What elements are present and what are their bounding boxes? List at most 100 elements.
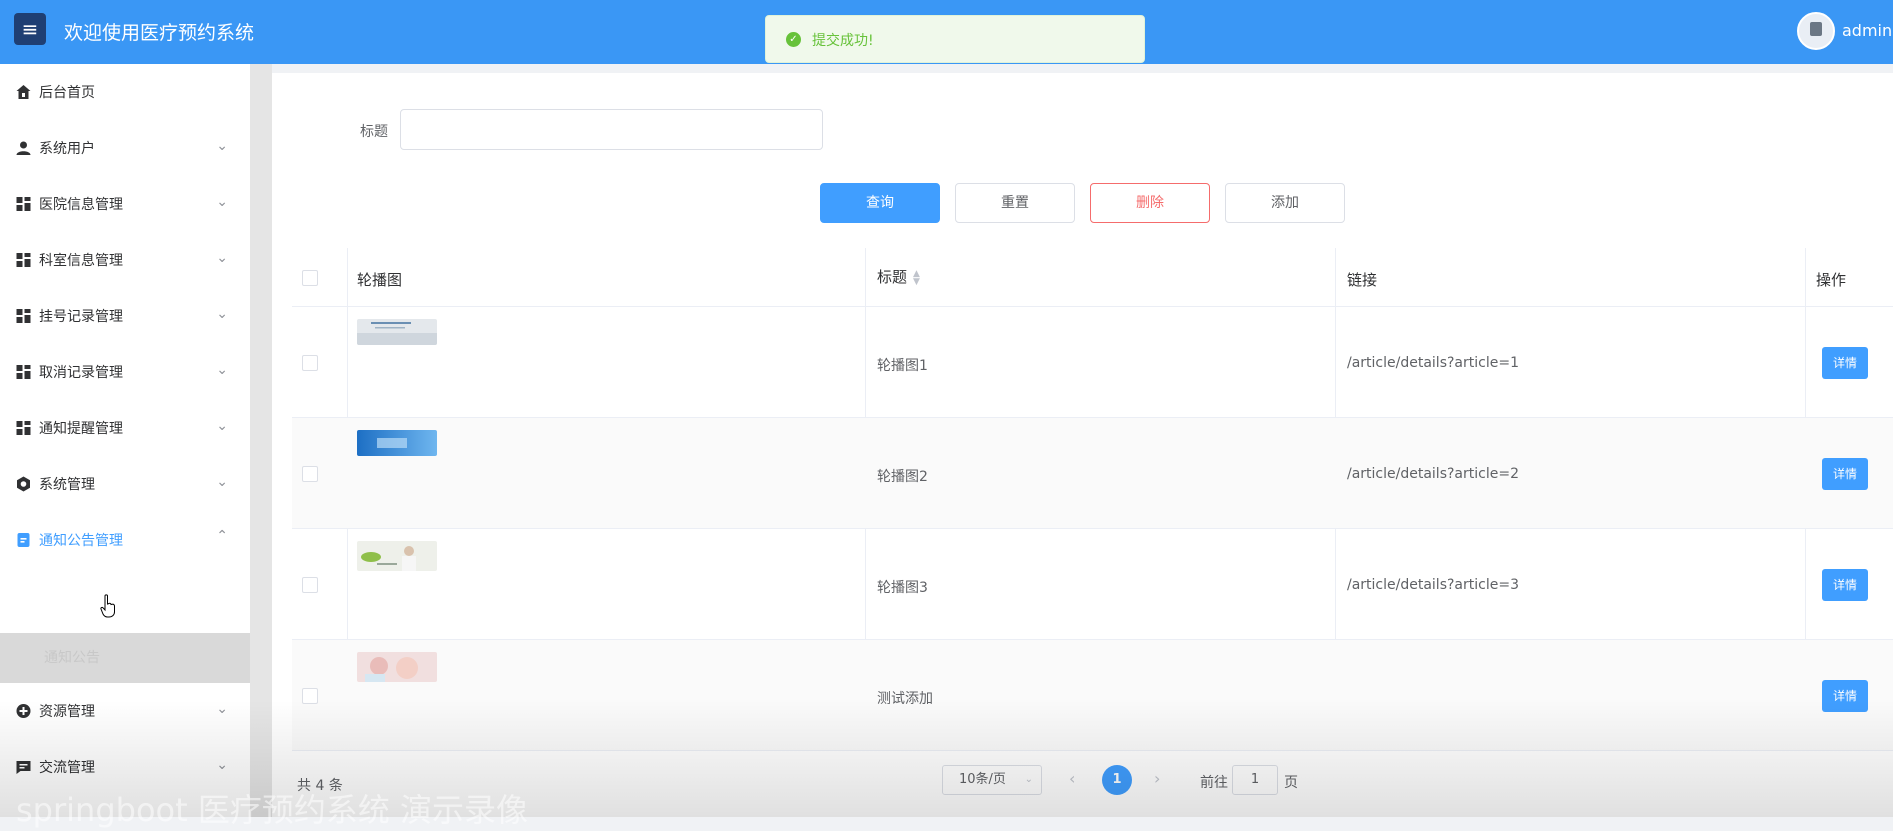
row-checkbox[interactable] xyxy=(302,688,318,704)
sidebar-item-reminder[interactable]: 通知提醒管理 ⌄ xyxy=(0,400,250,456)
search-title-input[interactable] xyxy=(400,109,823,150)
grid-icon xyxy=(16,197,31,211)
detail-button[interactable]: 详情 xyxy=(1822,347,1868,379)
chevron-down-icon: ⌄ xyxy=(216,757,228,773)
goto-page-input[interactable]: 1 xyxy=(1232,765,1278,795)
sidebar-item-label: 医院信息管理 xyxy=(39,197,123,213)
sidebar-item-label: 通知公告管理 xyxy=(39,533,123,549)
row-link: /article/details?article=2 xyxy=(1347,466,1519,482)
chevron-down-icon: ⌄ xyxy=(216,138,228,154)
row-checkbox[interactable] xyxy=(302,466,318,482)
sidebar-item-label: 系统管理 xyxy=(39,477,95,493)
sidebar-item-system-users[interactable]: 系统用户 ⌄ xyxy=(0,120,250,176)
sidebar-item-registration[interactable]: 挂号记录管理 ⌄ xyxy=(0,288,250,344)
detail-button[interactable]: 详情 xyxy=(1822,458,1868,490)
sidebar-item-cancellation[interactable]: 取消记录管理 ⌄ xyxy=(0,344,250,400)
success-check-icon: ✓ xyxy=(786,32,801,47)
table-row: 测试添加 详情 xyxy=(292,640,1893,751)
grid-icon xyxy=(16,309,31,323)
sidebar-item-label: 交流管理 xyxy=(39,760,95,776)
chat-icon xyxy=(16,761,31,774)
column-header-image: 轮播图 xyxy=(357,271,403,289)
grid-icon xyxy=(16,421,31,435)
chevron-down-icon: ⌄ xyxy=(216,362,228,378)
query-button[interactable]: 查询 xyxy=(820,183,940,223)
detail-button[interactable]: 详情 xyxy=(1822,569,1868,601)
column-header-action: 操作 xyxy=(1816,271,1847,289)
carousel-thumbnail xyxy=(357,541,437,571)
search-title-label: 标题 xyxy=(360,124,388,140)
chevron-down-icon: ⌄ xyxy=(216,306,228,322)
hamburger-icon[interactable]: ≡ xyxy=(14,13,46,45)
carousel-thumbnail xyxy=(357,430,437,456)
prev-page-icon[interactable]: ‹ xyxy=(1069,769,1075,788)
document-icon xyxy=(17,533,30,547)
sidebar-item-notice[interactable]: 通知公告管理 ⌃ xyxy=(0,512,250,568)
app-title: 欢迎使用医疗预约系统 xyxy=(64,22,255,44)
chevron-up-icon: ⌃ xyxy=(216,528,228,544)
grid-icon xyxy=(16,365,31,379)
row-title: 轮播图3 xyxy=(877,580,928,596)
reset-button[interactable]: 重置 xyxy=(955,183,1075,223)
success-toast: ✓ 提交成功! xyxy=(765,15,1145,63)
chevron-down-icon: ⌄ xyxy=(216,194,228,210)
goto-suffix: 页 xyxy=(1284,775,1298,791)
home-icon xyxy=(16,85,31,99)
user-icon xyxy=(16,141,31,155)
carousel-thumbnail xyxy=(357,319,437,345)
row-checkbox[interactable] xyxy=(302,577,318,593)
chevron-down-icon: ⌄ xyxy=(216,250,228,266)
add-button[interactable]: 添加 xyxy=(1225,183,1345,223)
delete-button[interactable]: 删除 xyxy=(1090,183,1210,223)
table-row: 轮播图1 /article/details?article=1 详情 xyxy=(292,307,1893,418)
hand-cursor-icon xyxy=(100,594,115,618)
user-menu[interactable]: admin ⌄ xyxy=(1842,21,1893,40)
row-checkbox[interactable] xyxy=(302,355,318,371)
column-header-link: 链接 xyxy=(1347,271,1378,289)
chevron-down-icon: ⌄ xyxy=(216,701,228,717)
plus-circle-icon xyxy=(16,704,31,718)
table-row: 轮播图3 /article/details?article=3 详情 xyxy=(292,529,1893,640)
next-page-icon[interactable]: › xyxy=(1154,769,1160,788)
column-header-title-label: 标题 xyxy=(877,268,908,286)
chevron-down-icon: ⌄ xyxy=(1024,774,1033,785)
sidebar-item-department[interactable]: 科室信息管理 ⌄ xyxy=(0,232,250,288)
page-size-select[interactable]: 10条/页 ⌄ xyxy=(942,765,1042,795)
row-title: 测试添加 xyxy=(877,691,933,707)
carousel-thumbnail xyxy=(357,652,437,682)
sidebar: 后台首页 系统用户 ⌄ 医院信息管理 ⌄ 科室信息管理 ⌄ 挂号记录管理 ⌄ 取… xyxy=(0,64,250,817)
row-title: 轮播图2 xyxy=(877,469,928,485)
column-header-title[interactable]: 标题 ▲ ▼ xyxy=(877,266,920,287)
sidebar-item-label: 科室信息管理 xyxy=(39,253,123,269)
username: admin xyxy=(1842,21,1893,40)
avatar[interactable] xyxy=(1797,12,1835,50)
page-number-current[interactable]: 1 xyxy=(1102,765,1132,795)
detail-button[interactable]: 详情 xyxy=(1822,680,1868,712)
row-title: 轮播图1 xyxy=(877,358,928,374)
sidebar-gutter xyxy=(250,64,272,817)
chevron-down-icon: ⌄ xyxy=(216,474,228,490)
goto-label: 前往 xyxy=(1200,775,1228,791)
sidebar-item-label: 挂号记录管理 xyxy=(39,309,123,325)
sidebar-item-label: 资源管理 xyxy=(39,704,95,720)
video-watermark: springboot 医疗预约系统 演示录像 xyxy=(16,791,528,829)
sidebar-subitem-notice[interactable]: 通知公告 xyxy=(0,633,250,683)
sidebar-item-home[interactable]: 后台首页 xyxy=(0,64,250,120)
gear-icon xyxy=(17,476,30,492)
toast-message: 提交成功! xyxy=(812,33,874,49)
sidebar-item-hospital[interactable]: 医院信息管理 ⌄ xyxy=(0,176,250,232)
sidebar-item-label: 后台首页 xyxy=(39,85,95,101)
main-panel: 标题 查询 重置 删除 添加 轮播图 标题 ▲ ▼ 链接 操作 轮播图1 /arti… xyxy=(272,73,1893,817)
chevron-down-icon: ⌄ xyxy=(216,418,228,434)
sidebar-item-label: 通知提醒管理 xyxy=(39,421,123,437)
row-link: /article/details?article=3 xyxy=(1347,577,1519,593)
sidebar-item-resources[interactable]: 资源管理 ⌄ xyxy=(0,683,250,739)
table-row: 轮播图2 /article/details?article=2 详情 xyxy=(292,418,1893,529)
select-all-checkbox[interactable] xyxy=(302,270,318,286)
sort-icon[interactable]: ▲ ▼ xyxy=(913,269,920,286)
grid-icon xyxy=(16,253,31,267)
sidebar-item-label: 系统用户 xyxy=(39,141,95,157)
sidebar-item-system[interactable]: 系统管理 ⌄ xyxy=(0,456,250,512)
row-link: /article/details?article=1 xyxy=(1347,355,1519,371)
table-header: 轮播图 标题 ▲ ▼ 链接 操作 xyxy=(292,248,1893,307)
